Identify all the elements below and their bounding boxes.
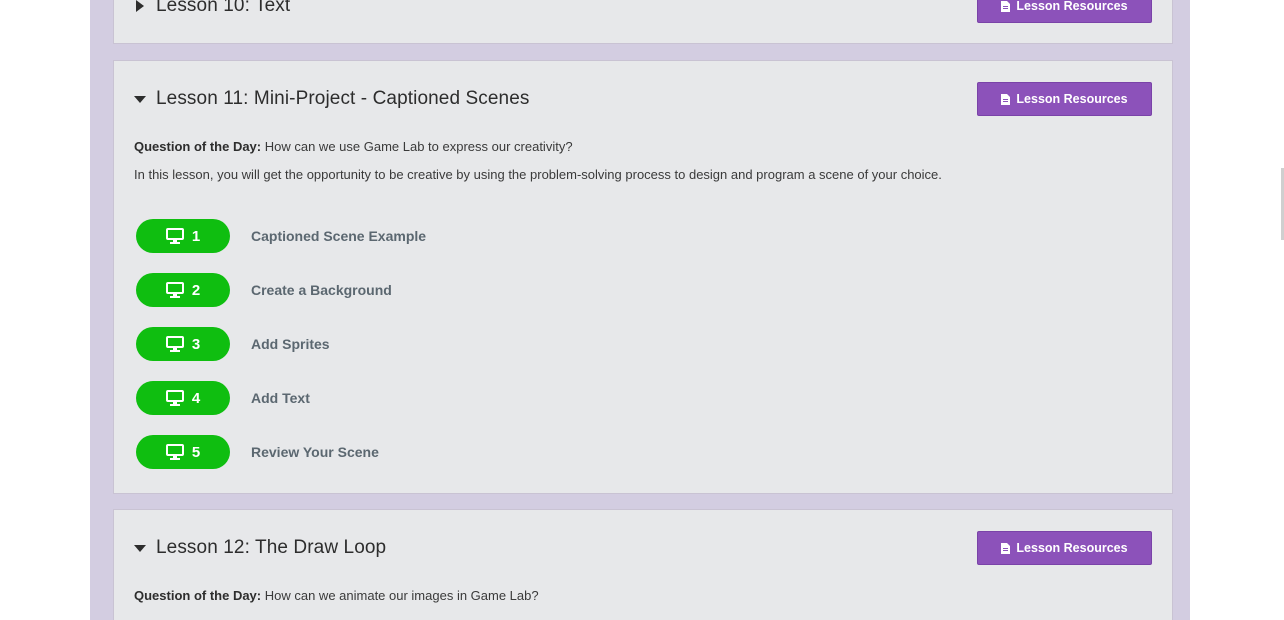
level-row[interactable]: 4 Add Text (136, 381, 310, 415)
lesson-resources-label: Lesson Resources (1016, 92, 1128, 106)
lesson-resources-button[interactable]: Lesson Resources (977, 0, 1152, 23)
level-bubble[interactable]: 1 (136, 219, 230, 253)
level-name[interactable]: Add Text (251, 390, 310, 406)
desktop-icon (165, 390, 184, 406)
lesson-card-11: Lesson 11: Mini-Project - Captioned Scen… (113, 60, 1173, 494)
level-row[interactable]: 1 Captioned Scene Example (136, 219, 426, 253)
lesson-title: Lesson 12: The Draw Loop (156, 537, 387, 558)
qotd-label: Question of the Day: (134, 139, 262, 154)
lesson-resources-button[interactable]: Lesson Resources (977, 82, 1152, 116)
file-icon (1001, 542, 1011, 554)
lesson-title: Lesson 10: Text (156, 0, 291, 16)
level-bubble[interactable]: 3 (136, 327, 230, 361)
lesson-title: Lesson 11: Mini-Project - Captioned Scen… (156, 88, 530, 109)
file-icon (1001, 93, 1011, 105)
lesson-resources-label: Lesson Resources (1016, 541, 1128, 555)
level-row[interactable]: 5 Review Your Scene (136, 435, 379, 469)
lesson-toggle-11[interactable]: Lesson 11: Mini-Project - Captioned Scen… (134, 88, 529, 110)
level-number: 4 (191, 389, 201, 407)
level-bubble[interactable]: 2 (136, 273, 230, 307)
page: Lesson 10: Text Lesson Resources Lesson … (0, 0, 1284, 620)
lesson-card-10: Lesson 10: Text Lesson Resources (113, 0, 1173, 44)
lesson-resources-label: Lesson Resources (1016, 0, 1128, 13)
level-number: 1 (191, 227, 201, 245)
question-of-the-day: Question of the Day: How can we animate … (134, 588, 539, 603)
lesson-header-10[interactable]: Lesson 10: Text Lesson Resources (134, 0, 1152, 23)
level-number: 5 (191, 443, 201, 461)
qotd-text: How can we animate our images in Game La… (261, 588, 539, 603)
lesson-card-12: Lesson 12: The Draw Loop Lesson Resource… (113, 509, 1173, 620)
qotd-label: Question of the Day: (134, 588, 262, 603)
unit-lessons-container: Lesson 10: Text Lesson Resources Lesson … (90, 0, 1190, 620)
caret-down-icon[interactable] (134, 93, 146, 105)
level-number: 2 (191, 281, 201, 299)
level-name[interactable]: Review Your Scene (251, 444, 379, 460)
lesson-toggle-10[interactable]: Lesson 10: Text (134, 0, 290, 17)
caret-right-icon[interactable] (134, 0, 146, 12)
caret-down-icon[interactable] (134, 542, 146, 554)
desktop-icon (165, 336, 184, 352)
lesson-header-11[interactable]: Lesson 11: Mini-Project - Captioned Scen… (134, 82, 1152, 116)
level-name[interactable]: Add Sprites (251, 336, 330, 352)
level-row[interactable]: 3 Add Sprites (136, 327, 330, 361)
level-bubble[interactable]: 4 (136, 381, 230, 415)
level-row[interactable]: 2 Create a Background (136, 273, 392, 307)
level-name[interactable]: Captioned Scene Example (251, 228, 426, 244)
level-number: 3 (191, 335, 201, 353)
file-icon (1001, 0, 1011, 12)
desktop-icon (165, 444, 184, 460)
desktop-icon (165, 228, 184, 244)
level-name[interactable]: Create a Background (251, 282, 392, 298)
level-bubble[interactable]: 5 (136, 435, 230, 469)
lesson-description: In this lesson, you will get the opportu… (134, 167, 942, 182)
question-of-the-day: Question of the Day: How can we use Game… (134, 139, 573, 154)
lesson-resources-button[interactable]: Lesson Resources (977, 531, 1152, 565)
qotd-text: How can we use Game Lab to express our c… (261, 139, 573, 154)
desktop-icon (165, 282, 184, 298)
lesson-toggle-12[interactable]: Lesson 12: The Draw Loop (134, 537, 386, 559)
lesson-header-12[interactable]: Lesson 12: The Draw Loop Lesson Resource… (134, 531, 1152, 565)
